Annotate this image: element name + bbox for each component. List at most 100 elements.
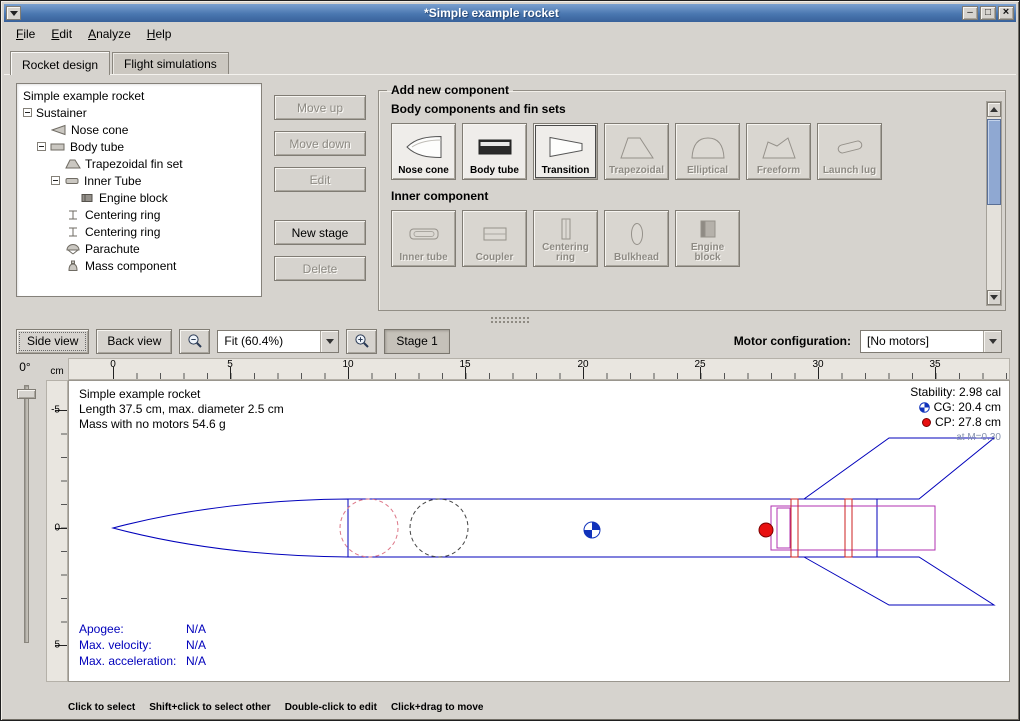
body-component-buttons: Nose cone Body tube Transition Trapezoid… <box>391 123 981 180</box>
rocket-dimensions: Length 37.5 cm, max. diameter 2.5 cm <box>79 402 284 417</box>
add-trapezoidal-fin-button[interactable]: Trapezoidal <box>604 123 669 180</box>
tab-rocket-design[interactable]: Rocket design <box>10 51 110 75</box>
add-bulkhead-button[interactable]: Bulkhead <box>604 210 669 267</box>
coupler-icon <box>475 215 515 253</box>
zoom-out-button[interactable] <box>179 329 210 354</box>
ruler-tick-label: 35 <box>929 359 940 370</box>
scroll-down-button[interactable] <box>987 290 1001 305</box>
inner-tube-icon <box>64 175 81 187</box>
add-transition-button[interactable]: Transition <box>533 123 598 180</box>
body-components-label: Body components and fin sets <box>391 102 981 116</box>
menu-analyze[interactable]: Analyze <box>80 24 139 44</box>
scroll-up-button[interactable] <box>987 102 1001 117</box>
stability-value: Stability: 2.98 cal <box>910 385 1001 400</box>
rocket-mass: Mass with no motors 54.6 g <box>79 417 284 432</box>
edit-button[interactable]: Edit <box>274 167 366 192</box>
tab-flight-simulations[interactable]: Flight simulations <box>112 52 229 74</box>
max-acceleration-value: N/A <box>186 653 206 669</box>
tree-item-parachute[interactable]: Parachute <box>19 240 259 257</box>
vertical-ruler: -5 0 5 <box>46 380 68 682</box>
minimize-button[interactable]: – <box>962 6 978 20</box>
chevron-down-icon[interactable] <box>983 331 1001 352</box>
tree-item-centering-ring[interactable]: Centering ring <box>19 206 259 223</box>
max-velocity-value: N/A <box>186 637 206 653</box>
move-up-button[interactable]: Move up <box>274 95 366 120</box>
ruler-tick-label: 0 <box>54 523 60 534</box>
add-centering-ring-button[interactable]: Centering ring <box>533 210 598 267</box>
side-view-button[interactable]: Side view <box>16 329 89 354</box>
mass-component-icon <box>65 260 82 272</box>
menu-help[interactable]: Help <box>139 24 180 44</box>
menu-edit[interactable]: Edit <box>43 24 80 44</box>
cp-marker <box>759 523 773 537</box>
add-body-tube-button[interactable]: Body tube <box>462 123 527 180</box>
trapezoidal-fin-icon <box>617 128 657 166</box>
tab-strip: Rocket design Flight simulations <box>4 46 1016 74</box>
hint-double-click: Double-click to edit <box>285 702 377 713</box>
add-engine-block-button[interactable]: Engine block <box>675 210 740 267</box>
mach-note: at M=0.30 <box>956 430 1001 445</box>
horizontal-splitter[interactable] <box>4 315 1016 324</box>
add-coupler-button[interactable]: Coupler <box>462 210 527 267</box>
move-down-button[interactable]: Move down <box>274 131 366 156</box>
tree-item-engine-block[interactable]: Engine block <box>19 189 259 206</box>
scrollbar-thumb[interactable] <box>987 119 1001 205</box>
motor-configuration-select[interactable]: [No motors] <box>860 330 1002 353</box>
parachute-icon <box>65 243 82 255</box>
new-stage-button[interactable]: New stage <box>274 220 366 245</box>
component-tree[interactable]: Simple example rocket Sustainer Nose con… <box>16 83 262 297</box>
motor-configuration-label: Motor configuration: <box>734 334 851 348</box>
tree-item-fin-set[interactable]: Trapezoidal fin set <box>19 155 259 172</box>
titlebar[interactable]: *Simple example rocket – □ × <box>4 4 1016 22</box>
nose-cone-outline <box>113 499 348 557</box>
rocket-design-panel: Simple example rocket Sustainer Nose con… <box>4 74 1016 717</box>
ruler-tick-label: 10 <box>342 359 353 370</box>
inner-tube-outline <box>771 506 935 550</box>
zoom-in-button[interactable] <box>346 329 377 354</box>
back-view-button[interactable]: Back view <box>96 329 172 354</box>
collapse-icon[interactable] <box>23 108 32 117</box>
collapse-icon[interactable] <box>37 142 46 151</box>
add-nose-cone-button[interactable]: Nose cone <box>391 123 456 180</box>
max-velocity-label: Max. velocity: <box>79 637 186 653</box>
chevron-down-icon[interactable] <box>320 331 338 352</box>
add-inner-tube-button[interactable]: Inner tube <box>391 210 456 267</box>
ruler-tick-label: 5 <box>54 640 60 651</box>
tree-item-rocket[interactable]: Simple example rocket <box>19 87 259 104</box>
rotation-slider-thumb[interactable] <box>17 389 36 399</box>
rocket-canvas[interactable]: Simple example rocket Length 37.5 cm, ma… <box>68 380 1010 682</box>
ruler-tick-label: 25 <box>694 359 705 370</box>
tree-item-nose-cone[interactable]: Nose cone <box>19 121 259 138</box>
tree-item-inner-tube[interactable]: Inner Tube <box>19 172 259 189</box>
stage-1-toggle[interactable]: Stage 1 <box>384 329 449 354</box>
zoom-select[interactable]: Fit (60.4%) <box>217 330 339 353</box>
status-bar: Click to select Shift+click to select ot… <box>4 697 1016 717</box>
ruler-tick-label: 5 <box>227 359 233 370</box>
close-button[interactable]: × <box>998 6 1014 20</box>
tree-action-buttons: Move up Move down Edit New stage Delete <box>274 83 366 311</box>
tree-item-centering-ring[interactable]: Centering ring <box>19 223 259 240</box>
launch-lug-icon <box>830 128 870 166</box>
ruler-tick-label: 30 <box>812 359 823 370</box>
tree-item-mass-component[interactable]: Mass component <box>19 257 259 274</box>
centering-ring-outline <box>845 499 852 557</box>
freeform-fin-icon <box>759 128 799 166</box>
scrollbar-track[interactable] <box>987 117 1001 290</box>
tree-item-body-tube[interactable]: Body tube <box>19 138 259 155</box>
maximize-button[interactable]: □ <box>980 6 996 20</box>
window-menu-icon[interactable] <box>6 6 21 20</box>
tree-item-sustainer[interactable]: Sustainer <box>19 104 259 121</box>
apogee-label: Apogee: <box>79 621 186 637</box>
flight-data-block: Apogee: N/A Max. velocity: N/A Max. acce… <box>79 621 206 669</box>
add-elliptical-fin-button[interactable]: Elliptical <box>675 123 740 180</box>
rotation-slider[interactable] <box>24 385 29 643</box>
add-freeform-fin-button[interactable]: Freeform <box>746 123 811 180</box>
menu-file[interactable]: File <box>8 24 43 44</box>
vertical-scrollbar[interactable] <box>986 101 1002 306</box>
cp-value: CP: 27.8 cm <box>935 415 1001 430</box>
add-launch-lug-button[interactable]: Launch lug <box>817 123 882 180</box>
delete-button[interactable]: Delete <box>274 256 366 281</box>
window-title: *Simple example rocket <box>23 6 960 20</box>
engine-block-icon <box>79 192 96 204</box>
collapse-icon[interactable] <box>51 176 60 185</box>
